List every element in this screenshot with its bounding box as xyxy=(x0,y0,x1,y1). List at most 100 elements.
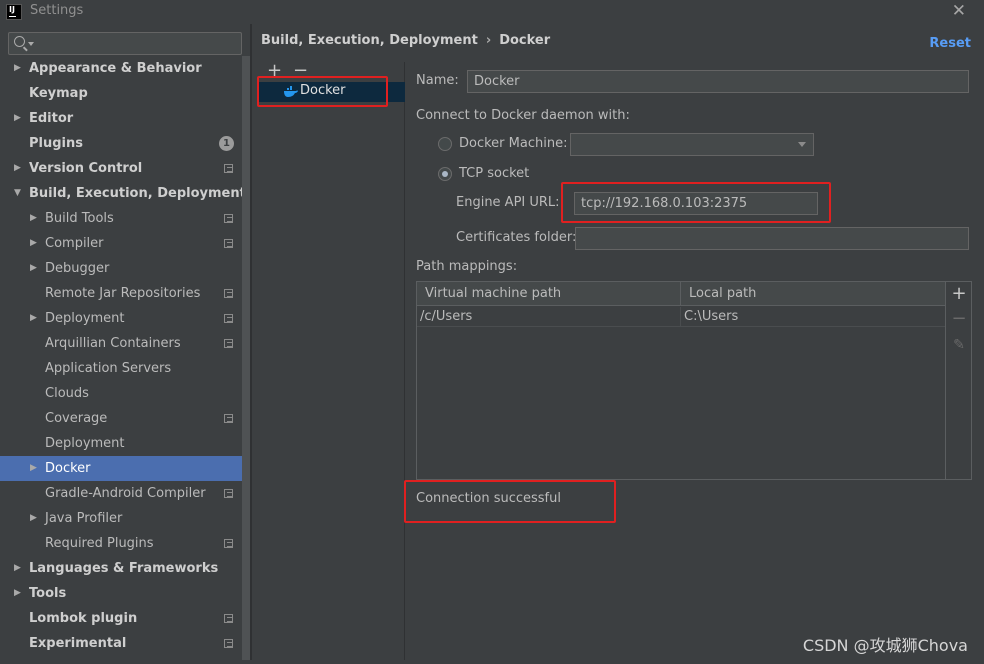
chevron-right-icon[interactable]: ▶ xyxy=(30,206,37,231)
project-settings-icon xyxy=(224,164,233,173)
sidebar-item[interactable]: Deployment xyxy=(0,431,242,456)
close-icon[interactable]: ✕ xyxy=(952,1,966,21)
name-field[interactable]: Docker xyxy=(467,70,969,93)
tcp-socket-label: TCP socket xyxy=(459,166,530,181)
docker-server-item[interactable]: Docker xyxy=(258,82,405,102)
sidebar-item-label: Coverage xyxy=(45,411,108,426)
settings-sidebar: ▶ Appearance & Behavior Keymap ▶ Editor Plugi… xyxy=(0,24,250,660)
sidebar-item-label: Keymap xyxy=(29,86,88,101)
sidebar-item[interactable]: ▶ Java Profiler xyxy=(0,506,242,531)
add-server-button[interactable]: + xyxy=(267,62,282,80)
connection-status: Connection successful xyxy=(416,491,561,506)
sidebar-item-label: Tools xyxy=(29,586,67,601)
sidebar-item[interactable]: Gradle-Android Compiler xyxy=(0,481,242,506)
remove-server-button[interactable]: − xyxy=(293,62,308,80)
docker-machine-radio[interactable] xyxy=(438,137,452,151)
docker-machine-combo[interactable] xyxy=(570,133,814,156)
settings-content: Build, Execution, Deployment › Docker Rese… xyxy=(252,24,984,660)
chevron-right-icon[interactable]: ▶ xyxy=(30,456,37,481)
breadcrumb-current: Docker xyxy=(499,33,551,48)
virtual-path-cell[interactable]: /c/Users xyxy=(417,307,681,327)
sidebar-item[interactable]: Application Servers xyxy=(0,356,242,381)
sidebar-item-label: Clouds xyxy=(45,386,89,401)
sidebar-item[interactable]: Coverage xyxy=(0,406,242,431)
chevron-right-icon[interactable]: ▶ xyxy=(14,581,21,606)
add-mapping-button[interactable]: + xyxy=(946,284,972,304)
sidebar-item[interactable]: ▶ Compiler xyxy=(0,231,242,256)
path-mappings-label: Path mappings: xyxy=(416,259,518,274)
chevron-right-icon[interactable]: ▶ xyxy=(14,56,21,81)
chevron-right-icon[interactable]: ▶ xyxy=(14,156,21,181)
sidebar-item[interactable]: ▶ Languages & Frameworks xyxy=(0,556,242,581)
settings-tree: ▶ Appearance & Behavior Keymap ▶ Editor Plugi… xyxy=(0,56,246,656)
table-row[interactable]: /c/Users C:\Users xyxy=(417,307,945,327)
search-input[interactable] xyxy=(37,33,237,54)
column-header-local-path[interactable]: Local path xyxy=(681,282,945,306)
sidebar-item[interactable]: Required Plugins xyxy=(0,531,242,556)
sidebar-item[interactable]: Remote Jar Repositories xyxy=(0,281,242,306)
project-settings-icon xyxy=(224,214,233,223)
sidebar-item[interactable]: ▶ Debugger xyxy=(0,256,242,281)
search-icon xyxy=(14,36,25,47)
project-settings-icon xyxy=(224,489,233,498)
sidebar-item-label: Experimental xyxy=(29,636,127,651)
reset-link[interactable]: Reset xyxy=(929,36,971,51)
settings-search-box[interactable] xyxy=(8,32,242,55)
chevron-right-icon[interactable]: ▶ xyxy=(30,256,37,281)
sidebar-item[interactable]: Clouds xyxy=(0,381,242,406)
update-count-badge: 1 xyxy=(219,136,234,151)
chevron-right-icon[interactable]: ▶ xyxy=(14,556,21,581)
sidebar-item-label: Lombok plugin xyxy=(29,611,138,626)
sidebar-scrollbar[interactable] xyxy=(242,56,250,660)
chevron-right-icon[interactable]: ▶ xyxy=(30,506,37,531)
engine-api-url-field[interactable]: tcp://192.168.0.103:2375 xyxy=(574,192,818,215)
project-settings-icon xyxy=(224,639,233,648)
sidebar-item-label: Editor xyxy=(29,111,74,126)
title-bar: IJ Settings ✕ xyxy=(0,0,984,24)
certificates-folder-label: Certificates folder: xyxy=(456,230,577,245)
search-history-dropdown-icon[interactable] xyxy=(28,42,34,46)
sidebar-item[interactable]: ▶ Version Control xyxy=(0,156,242,181)
local-path-cell[interactable]: C:\Users xyxy=(681,307,945,327)
connect-label: Connect to Docker daemon with: xyxy=(416,108,630,123)
sidebar-item-label: Gradle-Android Compiler xyxy=(45,486,206,501)
sidebar-item[interactable]: ▶ Appearance & Behavior xyxy=(0,56,242,81)
sidebar-item[interactable]: Lombok plugin xyxy=(0,606,242,631)
sidebar-item-label: Languages & Frameworks xyxy=(29,561,219,576)
sidebar-item-label: Plugins xyxy=(29,136,83,151)
chevron-right-icon[interactable]: ▶ xyxy=(14,106,21,131)
chevron-right-icon[interactable]: ▶ xyxy=(30,306,37,331)
docker-whale-icon xyxy=(284,86,298,97)
sidebar-item[interactable]: ▶ Docker xyxy=(0,456,242,481)
certificates-folder-field[interactable] xyxy=(575,227,969,250)
sidebar-item[interactable]: Plugins 1 xyxy=(0,131,242,156)
sidebar-item[interactable]: Arquillian Containers xyxy=(0,331,242,356)
tcp-socket-radio[interactable] xyxy=(438,167,452,181)
sidebar-item[interactable]: Experimental xyxy=(0,631,242,656)
project-settings-icon xyxy=(224,339,233,348)
sidebar-item-label: Compiler xyxy=(45,236,104,251)
watermark-text: CSDN @攻城狮Chova xyxy=(802,636,968,655)
chevron-down-icon[interactable] xyxy=(798,142,806,147)
edit-mapping-icon[interactable]: ✎ xyxy=(946,335,972,355)
project-settings-icon xyxy=(224,239,233,248)
sidebar-item[interactable]: ▶ Tools xyxy=(0,581,242,606)
sidebar-item-label: Required Plugins xyxy=(45,536,154,551)
remove-mapping-button[interactable]: − xyxy=(946,309,972,329)
chevron-down-icon[interactable]: ▼ xyxy=(14,181,21,206)
sidebar-item[interactable]: ▶ Editor xyxy=(0,106,242,131)
sidebar-item[interactable]: ▶ Build Tools xyxy=(0,206,242,231)
chevron-right-icon[interactable]: ▶ xyxy=(30,231,37,256)
sidebar-item[interactable]: ▼ Build, Execution, Deployment xyxy=(0,181,246,206)
sidebar-item-label: Appearance & Behavior xyxy=(29,61,202,76)
sidebar-item[interactable]: Keymap xyxy=(0,81,242,106)
docker-server-list-pane: + − Docker xyxy=(252,62,405,660)
window-title: Settings xyxy=(30,3,84,18)
sidebar-item-label: Build, Execution, Deployment xyxy=(29,186,246,201)
sidebar-item-label: Version Control xyxy=(29,161,143,176)
docker-machine-label: Docker Machine: xyxy=(459,136,568,151)
intellij-app-icon: IJ xyxy=(6,4,22,20)
column-header-virtual-path[interactable]: Virtual machine path xyxy=(417,282,681,306)
sidebar-item[interactable]: ▶ Deployment xyxy=(0,306,242,331)
sidebar-item-label: Docker xyxy=(45,461,91,476)
